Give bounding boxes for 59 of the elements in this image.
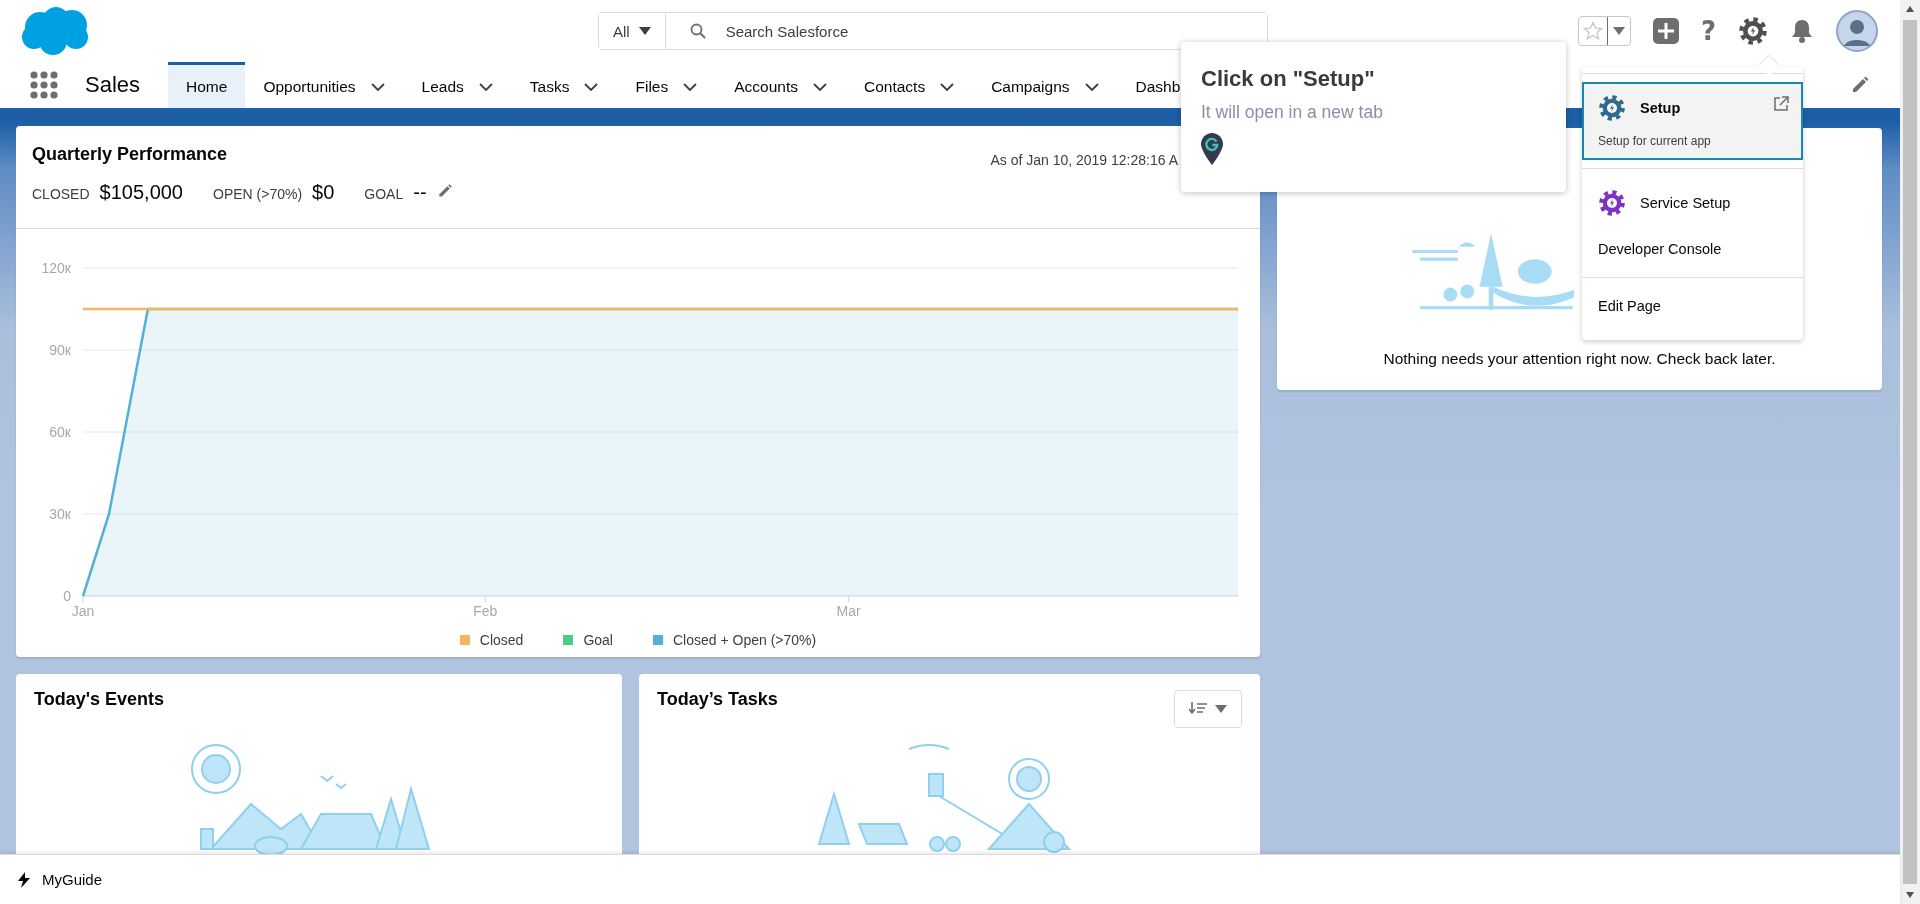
axis-label: 120к — [41, 260, 71, 276]
metric-value: -- — [413, 181, 427, 204]
axis-label: Feb — [473, 603, 498, 619]
legend-label: Closed + Open (>70%) — [673, 632, 817, 648]
star-icon — [1582, 21, 1603, 41]
caret-icon — [1612, 27, 1625, 35]
empty-message: Nothing needs your attention right now. Check back later. — [1382, 350, 1777, 368]
nav-tab[interactable]: Accounts — [716, 62, 846, 108]
nav-tab[interactable]: Opportunities — [245, 62, 404, 108]
menu-item[interactable]: Service Setup — [1582, 177, 1803, 229]
app-name: Sales — [85, 72, 141, 98]
help-button[interactable]: ? — [1700, 18, 1716, 44]
nav-tab[interactable]: Tasks — [511, 62, 618, 108]
favorites-button[interactable] — [1577, 16, 1631, 46]
nav-tab[interactable]: Home — [168, 62, 246, 108]
map-pin-icon — [1201, 133, 1223, 165]
timestamp: As of Jan 10, 2019 12:28:16 A — [990, 152, 1178, 168]
footer-label[interactable]: MyGuide — [42, 871, 103, 888]
sort-button[interactable] — [1174, 690, 1242, 728]
pencil-icon[interactable] — [436, 183, 453, 199]
caret-icon — [1215, 705, 1227, 713]
nav-tab[interactable]: Files — [617, 62, 717, 108]
nav-tab[interactable]: Leads — [403, 62, 512, 108]
search-input[interactable]: Search Salesforce — [723, 21, 1267, 41]
pencil-icon[interactable] — [1850, 75, 1870, 95]
caret-icon — [638, 27, 651, 35]
axis-label: 0 — [63, 588, 71, 604]
axis-label: 60к — [49, 424, 71, 440]
card-title: Today's Events — [34, 689, 164, 710]
tooltip-text: It will open in a new tab — [1201, 102, 1384, 123]
menu-item[interactable]: Developer Console — [1582, 229, 1803, 269]
nav-tab[interactable]: Campaigns — [973, 62, 1118, 108]
bell-icon[interactable] — [1790, 18, 1814, 44]
card-title: Quarterly Performance — [32, 144, 228, 165]
nav-tab[interactable]: Dashb — [1117, 62, 1199, 108]
axis-label: 30к — [49, 506, 71, 522]
metric-label: OPEN (>70%) — [213, 186, 303, 202]
avatar[interactable] — [1836, 10, 1878, 52]
settings-icon[interactable] — [1738, 16, 1768, 46]
tooltip-title: Click on "Setup" — [1201, 66, 1376, 92]
sort-icon — [1189, 702, 1207, 716]
menu-item[interactable]: Edit Page — [1582, 286, 1803, 326]
menu-item[interactable]: Setup Setup for current app — [1582, 82, 1803, 160]
metric-value: $105,000 — [99, 181, 183, 204]
search-field[interactable]: Search Salesforce — [664, 13, 1267, 49]
card-title: Today’s Tasks — [657, 689, 778, 710]
metric-label: CLOSED — [32, 186, 90, 202]
axis-label: 90к — [49, 342, 71, 358]
legend-label: Closed — [479, 632, 524, 648]
nav-tab[interactable]: Contacts — [845, 62, 974, 108]
legend-label: Goal — [583, 632, 613, 648]
app-launcher-icon[interactable] — [30, 71, 58, 99]
axis-label: Jan — [71, 603, 95, 619]
search-icon — [689, 23, 706, 39]
axis-label: Mar — [836, 603, 861, 619]
bolt-icon — [18, 871, 30, 888]
metric-label: GOAL — [364, 186, 404, 202]
add-icon[interactable] — [1652, 18, 1679, 44]
metric-value: $0 — [312, 181, 335, 204]
